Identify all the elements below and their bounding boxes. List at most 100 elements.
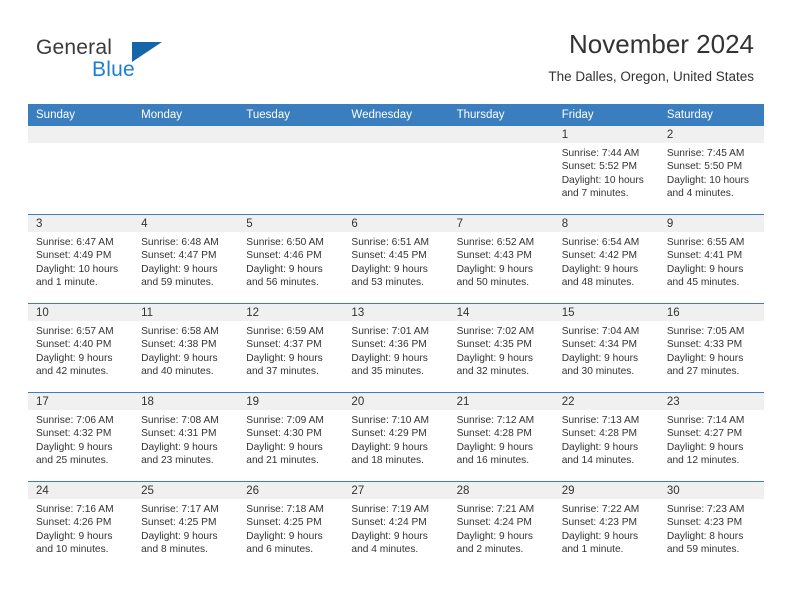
daylight-text-line1: Daylight: 8 hours (666, 530, 744, 542)
daylight-text-line2: and 7 minutes. (561, 188, 629, 200)
day-cell: 24 Sunrise: 7:16 AM Sunset: 4:26 PM Dayl… (28, 481, 134, 570)
day-number: 22 (553, 393, 659, 410)
daylight-text-line1: Daylight: 9 hours (456, 352, 534, 364)
daylight-text-line1: Daylight: 9 hours (561, 530, 639, 542)
daylight-text-line1: Daylight: 9 hours (456, 530, 534, 542)
day-details: Sunrise: 6:54 AM Sunset: 4:42 PM Dayligh… (554, 232, 659, 290)
daylight-text-line2: and 14 minutes. (561, 455, 635, 467)
logo-text-general: General (36, 36, 113, 59)
day-number: 4 (133, 215, 239, 232)
sunset-text: Sunset: 4:40 PM (36, 339, 112, 351)
day-details: Sunrise: 7:22 AM Sunset: 4:23 PM Dayligh… (554, 499, 659, 557)
day-number: 17 (28, 393, 134, 410)
day-number: 6 (343, 215, 449, 232)
day-details: Sunrise: 7:05 AM Sunset: 4:33 PM Dayligh… (659, 321, 764, 379)
day-cell: 21 Sunrise: 7:12 AM Sunset: 4:28 PM Dayl… (448, 392, 554, 482)
sunset-text: Sunset: 4:24 PM (351, 517, 427, 529)
day-details: Sunrise: 7:23 AM Sunset: 4:23 PM Dayligh… (659, 499, 764, 557)
day-details: Sunrise: 7:10 AM Sunset: 4:29 PM Dayligh… (343, 410, 448, 468)
day-details (238, 143, 343, 147)
weekday-header-monday: Monday (133, 104, 239, 126)
day-cell: 9 Sunrise: 6:55 AM Sunset: 4:41 PM Dayli… (658, 214, 764, 304)
daylight-text-line2: and 56 minutes. (246, 277, 319, 289)
sunset-text: Sunset: 4:28 PM (561, 428, 638, 440)
sunrise-text: Sunrise: 7:05 AM (666, 326, 745, 337)
day-cell: 3 Sunrise: 6:47 AM Sunset: 4:49 PM Dayli… (28, 214, 134, 304)
day-number: 21 (448, 393, 554, 410)
daylight-text-line1: Daylight: 10 hours (561, 174, 644, 186)
day-number: 1 (553, 126, 659, 143)
calendar-week-row: 17 Sunrise: 7:06 AM Sunset: 4:32 PM Dayl… (28, 392, 764, 482)
day-details: Sunrise: 7:02 AM Sunset: 4:35 PM Dayligh… (449, 321, 554, 379)
sunset-text: Sunset: 4:27 PM (666, 428, 743, 440)
daylight-text-line2: and 30 minutes. (561, 366, 635, 378)
calendar-week-row: 1 Sunrise: 7:44 AM Sunset: 5:52 PM Dayli… (28, 126, 764, 215)
day-details: Sunrise: 6:48 AM Sunset: 4:47 PM Dayligh… (133, 232, 238, 290)
page-header: General Blue November 2024 The Dalles, O… (0, 0, 792, 100)
day-cell: 28 Sunrise: 7:21 AM Sunset: 4:24 PM Dayl… (448, 481, 554, 570)
day-cell: 27 Sunrise: 7:19 AM Sunset: 4:24 PM Dayl… (343, 481, 449, 570)
daylight-text-line1: Daylight: 9 hours (456, 263, 534, 275)
daylight-text-line2: and 45 minutes. (666, 277, 740, 289)
sunset-text: Sunset: 4:23 PM (561, 517, 638, 529)
day-number: 15 (553, 304, 659, 321)
sunrise-text: Sunrise: 6:54 AM (561, 237, 640, 248)
day-details: Sunrise: 7:04 AM Sunset: 4:34 PM Dayligh… (554, 321, 659, 379)
daylight-text-line1: Daylight: 9 hours (246, 530, 323, 542)
day-details: Sunrise: 7:45 AM Sunset: 5:50 PM Dayligh… (659, 143, 764, 201)
sunrise-text: Sunrise: 7:22 AM (561, 504, 640, 515)
page-title: November 2024 (569, 29, 754, 59)
sunrise-text: Sunrise: 7:14 AM (666, 415, 745, 426)
daylight-text-line1: Daylight: 9 hours (666, 352, 744, 364)
day-cell-empty (343, 126, 449, 215)
sunset-text: Sunset: 4:34 PM (561, 339, 638, 351)
daylight-text-line1: Daylight: 9 hours (141, 441, 218, 453)
day-number: 19 (238, 393, 344, 410)
sunset-text: Sunset: 4:33 PM (666, 339, 743, 351)
weekday-header-thursday: Thursday (448, 104, 554, 126)
daylight-text-line2: and 1 minute. (36, 277, 98, 289)
daylight-text-line2: and 18 minutes. (351, 455, 424, 467)
day-details (133, 143, 238, 147)
daylight-text-line1: Daylight: 9 hours (666, 441, 744, 453)
day-cell: 5 Sunrise: 6:50 AM Sunset: 4:46 PM Dayli… (238, 214, 344, 304)
day-details: Sunrise: 6:55 AM Sunset: 4:41 PM Dayligh… (659, 232, 764, 290)
daylight-text-line1: Daylight: 9 hours (351, 441, 428, 453)
day-details: Sunrise: 7:13 AM Sunset: 4:28 PM Dayligh… (554, 410, 659, 468)
day-cell: 12 Sunrise: 6:59 AM Sunset: 4:37 PM Dayl… (238, 303, 344, 393)
sunset-text: Sunset: 4:25 PM (246, 517, 322, 529)
daylight-text-line1: Daylight: 9 hours (36, 441, 113, 453)
day-number: 27 (343, 482, 449, 499)
day-details: Sunrise: 6:57 AM Sunset: 4:40 PM Dayligh… (28, 321, 133, 379)
daylight-text-line1: Daylight: 9 hours (141, 352, 218, 364)
sunset-text: Sunset: 4:24 PM (456, 517, 532, 529)
day-cell: 19 Sunrise: 7:09 AM Sunset: 4:30 PM Dayl… (238, 392, 344, 482)
day-cell: 6 Sunrise: 6:51 AM Sunset: 4:45 PM Dayli… (343, 214, 449, 304)
day-cell: 4 Sunrise: 6:48 AM Sunset: 4:47 PM Dayli… (133, 214, 239, 304)
sunset-text: Sunset: 4:30 PM (246, 428, 322, 440)
day-number: 10 (28, 304, 134, 321)
day-number (448, 126, 554, 143)
daylight-text-line1: Daylight: 9 hours (561, 352, 639, 364)
sunrise-text: Sunrise: 7:04 AM (561, 326, 640, 337)
sunset-text: Sunset: 4:37 PM (246, 339, 322, 351)
daylight-text-line2: and 4 minutes. (666, 188, 734, 200)
day-details: Sunrise: 7:01 AM Sunset: 4:36 PM Dayligh… (343, 321, 448, 379)
sunset-text: Sunset: 4:45 PM (351, 250, 427, 262)
day-cell: 29 Sunrise: 7:22 AM Sunset: 4:23 PM Dayl… (553, 481, 659, 570)
day-details: Sunrise: 7:21 AM Sunset: 4:24 PM Dayligh… (449, 499, 554, 557)
sunrise-text: Sunrise: 7:06 AM (36, 415, 114, 426)
day-cell: 20 Sunrise: 7:10 AM Sunset: 4:29 PM Dayl… (343, 392, 449, 482)
daylight-text-line1: Daylight: 9 hours (141, 263, 218, 275)
day-number: 13 (343, 304, 449, 321)
sunset-text: Sunset: 4:32 PM (36, 428, 112, 440)
sunset-text: Sunset: 4:41 PM (666, 250, 743, 262)
sunset-text: Sunset: 4:25 PM (141, 517, 217, 529)
calendar-week-row: 10 Sunrise: 6:57 AM Sunset: 4:40 PM Dayl… (28, 303, 764, 393)
day-number: 7 (448, 215, 554, 232)
daylight-text-line2: and 16 minutes. (456, 455, 530, 467)
day-details (28, 143, 133, 147)
day-number: 25 (133, 482, 239, 499)
day-cell: 18 Sunrise: 7:08 AM Sunset: 4:31 PM Dayl… (133, 392, 239, 482)
day-details: Sunrise: 7:08 AM Sunset: 4:31 PM Dayligh… (133, 410, 238, 468)
